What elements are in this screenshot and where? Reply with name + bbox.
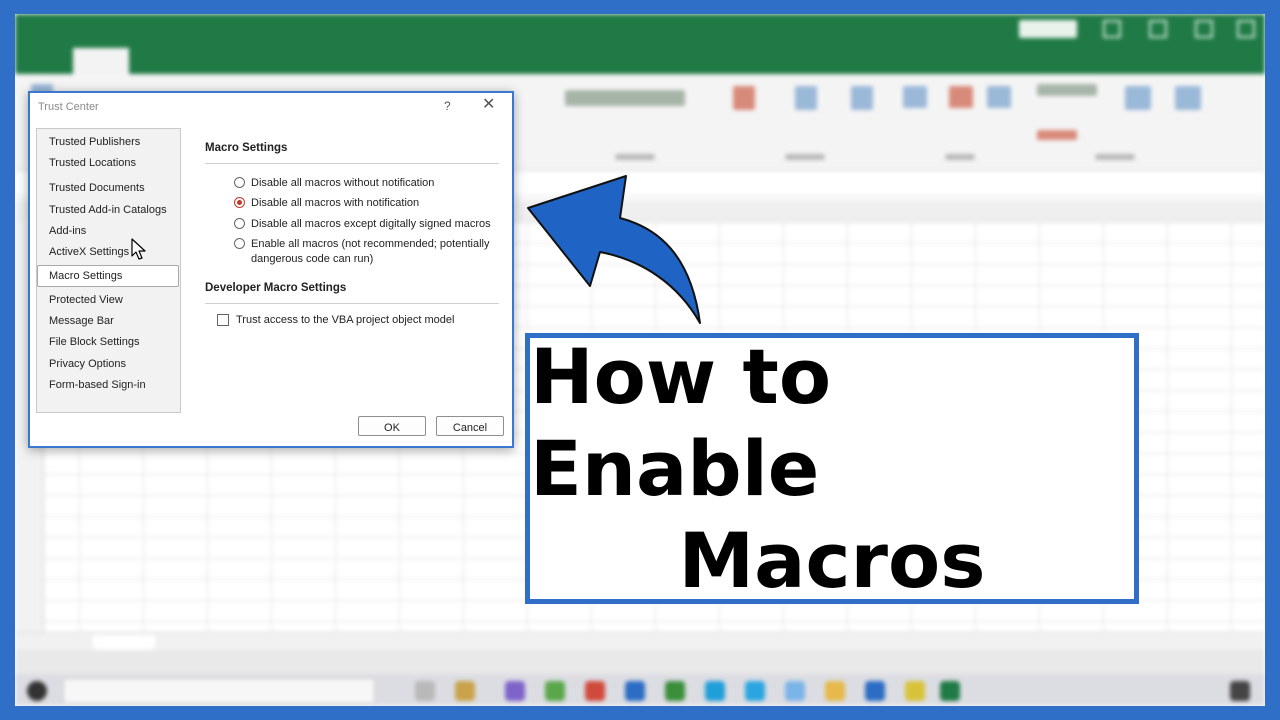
cancel-button[interactable]: Cancel [436, 416, 504, 436]
radio-disable-except-signed[interactable]: Disable all macros except digitally sign… [234, 217, 491, 232]
nav-item-trusted-locations[interactable]: Trusted Locations [49, 157, 136, 169]
title-line-1: How to Enable [530, 331, 832, 513]
radio-button-checked[interactable] [234, 197, 245, 208]
nav-item-privacy-options[interactable]: Privacy Options [49, 358, 126, 370]
section-divider [205, 163, 499, 164]
nav-item-trusted-documents[interactable]: Trusted Documents [49, 182, 145, 194]
video-title-card: How to Enable Macros [525, 331, 1139, 605]
mouse-cursor-icon [131, 238, 146, 260]
checkbox-label: Trust access to the VBA project object m… [236, 314, 455, 326]
trust-vba-checkbox[interactable] [217, 314, 229, 326]
close-icon[interactable]: ✕ [482, 97, 495, 113]
radio-enable-all-macros[interactable]: Enable all macros (not recommended; pote… [234, 237, 504, 267]
windows-taskbar [15, 674, 1265, 706]
radio-label: Disable all macros with notification [251, 197, 420, 209]
excel-status-bar [15, 650, 1265, 674]
excel-title-bar [15, 14, 1265, 44]
nav-item-form-based-sign-in[interactable]: Form-based Sign-in [49, 379, 146, 391]
help-icon[interactable]: ? [444, 99, 451, 113]
radio-button[interactable] [234, 177, 245, 188]
title-line-2: Macros [678, 515, 986, 605]
developer-macro-settings-heading: Developer Macro Settings [205, 282, 347, 294]
nav-item-activex-settings[interactable]: ActiveX Settings [49, 246, 129, 258]
nav-item-add-ins[interactable]: Add-ins [49, 225, 86, 237]
curved-arrow-icon [527, 175, 701, 324]
radio-disable-with-notification[interactable]: Disable all macros with notification [234, 196, 419, 211]
radio-label: Enable all macros (not recommended; pote… [251, 238, 490, 265]
nav-item-trusted-add-in-catalogs[interactable]: Trusted Add-in Catalogs [49, 204, 167, 216]
trust-vba-access-option[interactable]: Trust access to the VBA project object m… [217, 314, 454, 326]
radio-button[interactable] [234, 218, 245, 229]
nav-item-trusted-publishers[interactable]: Trusted Publishers [49, 136, 140, 148]
radio-label: Disable all macros without notification [251, 177, 435, 189]
trust-center-dialog: Trust Center ? ✕ Trusted Publishers Trus… [28, 91, 514, 448]
excel-ribbon-tabs [15, 44, 1265, 74]
trust-center-nav: Trusted Publishers Trusted Locations Tru… [36, 128, 181, 413]
nav-item-message-bar[interactable]: Message Bar [49, 315, 114, 327]
radio-button[interactable] [234, 238, 245, 249]
dialog-title: Trust Center [38, 101, 99, 113]
macro-settings-heading: Macro Settings [205, 142, 288, 154]
section-divider [205, 303, 499, 304]
ok-button[interactable]: OK [358, 416, 426, 436]
nav-item-macro-settings[interactable]: Macro Settings [37, 265, 179, 287]
radio-label: Disable all macros except digitally sign… [251, 218, 491, 230]
nav-item-protected-view[interactable]: Protected View [49, 294, 123, 306]
nav-item-file-block-settings[interactable]: File Block Settings [49, 336, 139, 348]
radio-disable-without-notification[interactable]: Disable all macros without notification [234, 176, 434, 191]
